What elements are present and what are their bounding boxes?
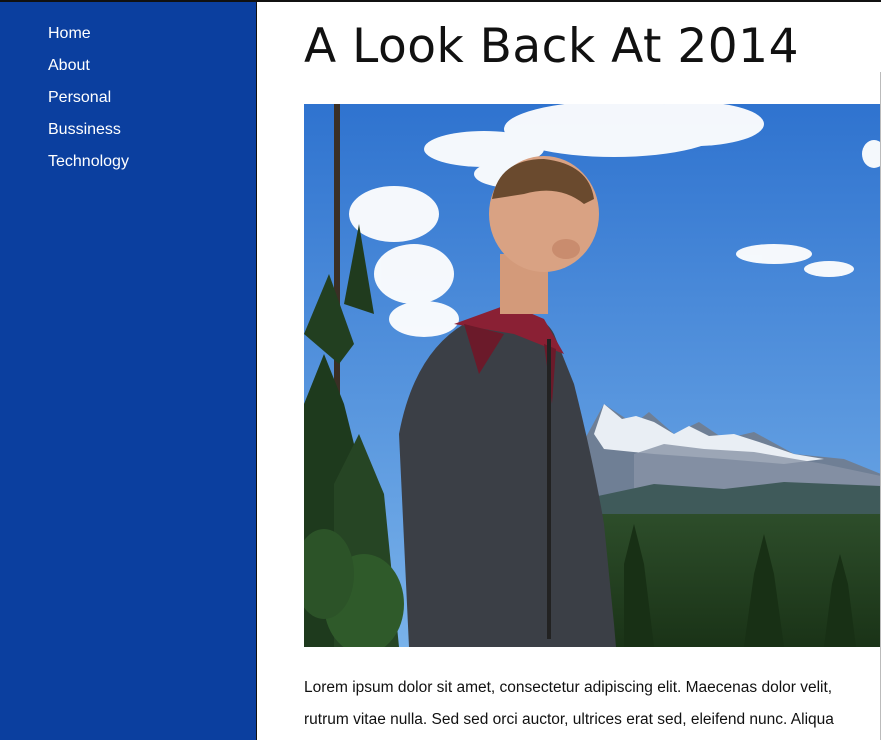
nav-item-technology: Technology (48, 151, 129, 183)
main-content: A Look Back At 2014 Lorem ipsum dolor si… (257, 2, 881, 740)
nav-link-personal[interactable]: Personal (48, 89, 111, 106)
article-paragraph: Lorem ipsum dolor sit amet, consectetur … (304, 672, 881, 736)
paragraph-line: rutrum vitae nulla. Sed sed orci auctor,… (304, 711, 834, 728)
hero-image (304, 104, 881, 647)
sidebar: Home About Personal Bussiness Technology (0, 2, 257, 740)
sidebar-nav: Home About Personal Bussiness Technology (48, 23, 129, 183)
nav-item-home: Home (48, 23, 129, 55)
paragraph-line: Lorem ipsum dolor sit amet, consectetur … (304, 679, 833, 696)
nav-item-personal: Personal (48, 87, 129, 119)
nav-item-about: About (48, 55, 129, 87)
nav-link-about[interactable]: About (48, 57, 90, 74)
nav-link-business[interactable]: Bussiness (48, 121, 121, 138)
article-title: A Look Back At 2014 (304, 19, 799, 74)
nav-link-technology[interactable]: Technology (48, 153, 129, 170)
nav-item-business: Bussiness (48, 119, 129, 151)
nav-link-home[interactable]: Home (48, 25, 91, 42)
